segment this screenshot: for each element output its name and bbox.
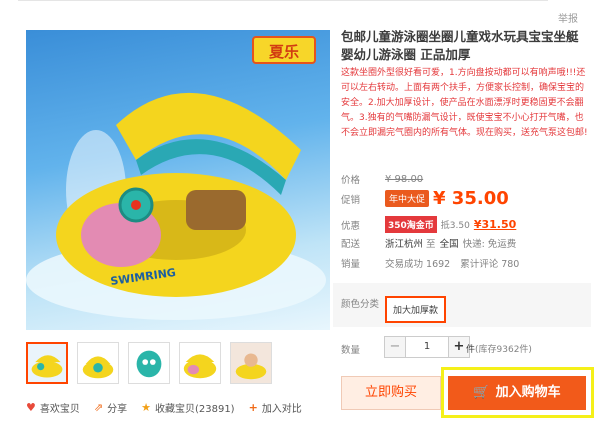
thumbnail-5[interactable] (230, 342, 272, 384)
thumbnail-3[interactable] (128, 342, 170, 384)
social-bar: ♥ 喜欢宝贝 ⇗ 分享 ★ 收藏宝贝(23891) + 加入对比 (26, 400, 302, 415)
buy-now-button[interactable]: 立即购买 (341, 376, 441, 410)
plus-icon: + (248, 401, 258, 414)
coupon-badge[interactable]: 350淘金币 (385, 216, 437, 233)
compare-button[interactable]: + 加入对比 (249, 400, 302, 415)
like-button[interactable]: ♥ 喜欢宝贝 (26, 400, 80, 415)
promo-row: 促销 年中大促 ¥ 35.00 (341, 188, 509, 209)
quantity-label: 数量 (341, 345, 361, 356)
product-description: 这款坐圈外型很好看可爱，1.方向盘按动都可以有响声哦!!!还可以左右转动。上面有… (341, 68, 588, 138)
reviews-link[interactable]: 累计评论 780 (460, 256, 519, 270)
brand-logo: 夏乐 (252, 36, 316, 64)
swim-ring-illustration: SWIMRING (26, 92, 326, 320)
original-price: ¥ 98.00 (385, 173, 424, 185)
thumbnail-4[interactable] (179, 342, 221, 384)
report-link[interactable]: 举报 (558, 10, 578, 25)
add-to-cart-button[interactable]: 🛒 加入购物车 (448, 376, 586, 410)
color-label: 颜色分类 (341, 299, 380, 310)
top-divider (18, 0, 548, 1)
product-page: 举报 SWIMRING 夏乐 ♥ 喜欢宝贝 ⇗ 分享 ★ 收藏宝贝(23891)… (0, 0, 600, 421)
cart-icon: 🛒 (473, 385, 490, 400)
quantity-input[interactable]: 1 (406, 336, 448, 358)
product-title: 包邮儿童游泳圈坐圈儿童戏水玩具宝宝坐艇婴幼儿游泳圈 正品加厚 (341, 29, 579, 62)
share-button[interactable]: ⇗ 分享 (94, 400, 127, 415)
thumbnail-2[interactable] (77, 342, 119, 384)
price-box: 价格 ¥ 98.00 促销 年中大促 ¥ 35.00 优惠 350淘金币 抵3.… (333, 166, 591, 274)
shipping-row: 配送 浙江杭州 至 全国 快递: 免运费 (341, 236, 526, 250)
promo-price: ¥ 35.00 (433, 188, 509, 209)
discount-price[interactable]: ¥31.50 (474, 218, 516, 231)
promo-tag: 年中大促 (385, 190, 430, 207)
star-icon: ★ (141, 401, 151, 414)
main-product-image[interactable]: SWIMRING 夏乐 (26, 30, 330, 330)
ship-to-select[interactable]: 全国 (440, 236, 459, 250)
discount-row: 优惠 350淘金币 抵3.50 ¥31.50 (341, 216, 517, 233)
color-option-selected[interactable]: 加大加厚款 (385, 296, 447, 323)
quantity-stepper: − 1 + (384, 336, 470, 358)
heart-icon: ♥ (26, 401, 36, 414)
stock-info: 件(库存9362件) (466, 345, 532, 355)
thumbnail-1[interactable] (26, 342, 68, 384)
price-row: 价格 ¥ 98.00 (341, 173, 424, 187)
share-icon: ⇗ (93, 401, 104, 414)
quantity-minus-button[interactable]: − (384, 336, 406, 358)
sales-row: 销量 交易成功 1692 累计评论 780 (341, 256, 529, 270)
favorite-button[interactable]: ★ 收藏宝贝(23891) (141, 400, 235, 415)
thumbnail-strip (26, 342, 272, 384)
